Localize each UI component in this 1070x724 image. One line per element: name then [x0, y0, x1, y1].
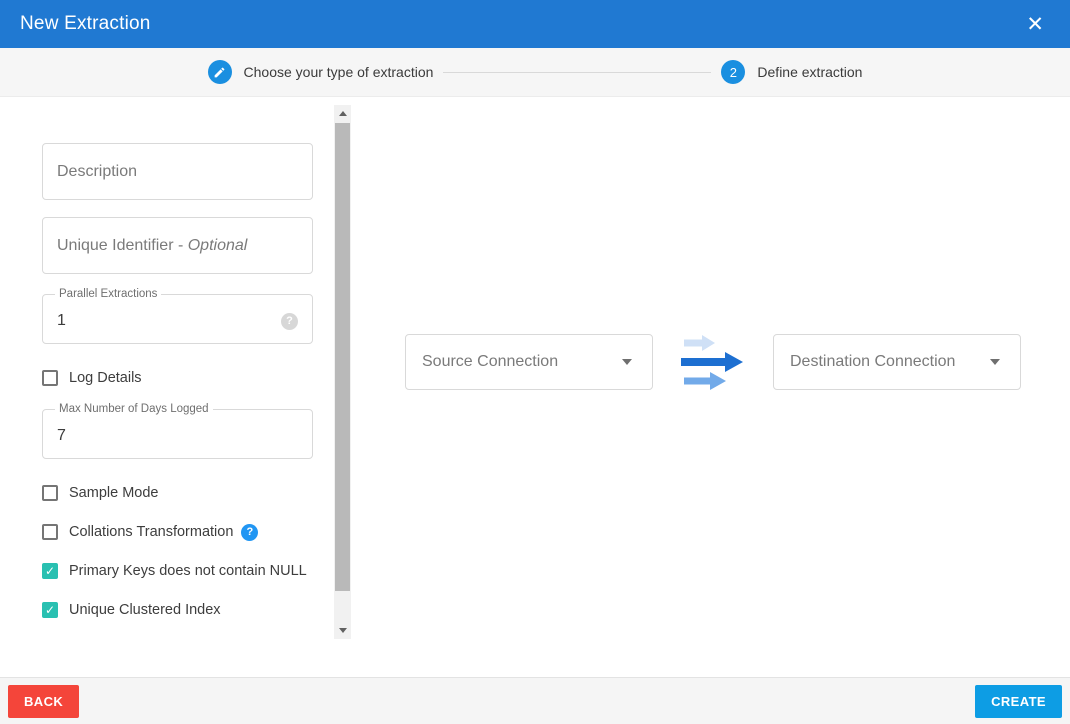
close-icon[interactable]: ✕ [1022, 12, 1048, 37]
parallel-extractions-label: Parallel Extractions [55, 288, 161, 300]
stepper-connector [443, 72, 711, 73]
source-connection-label: Source Connection [422, 353, 558, 371]
back-button[interactable]: BACK [8, 685, 79, 718]
help-icon[interactable]: ? [241, 524, 258, 541]
log-details-label: Log Details [69, 370, 142, 386]
description-input[interactable]: Description [42, 143, 313, 200]
source-connection-select[interactable]: Source Connection [405, 334, 653, 390]
max-days-logged-value[interactable]: 7 [57, 427, 66, 445]
primary-keys-checkbox[interactable]: ✓ [42, 563, 58, 579]
unique-clustered-index-label: Unique Clustered Index [69, 602, 221, 618]
chevron-down-icon [622, 359, 632, 365]
unique-identifier-placeholder: Unique Identifier - Optional [57, 237, 247, 255]
new-extraction-dialog: New Extraction ✕ Choose your type of ext… [0, 0, 1070, 724]
max-days-logged-field[interactable]: Max Number of Days Logged 7 [42, 403, 313, 459]
help-icon[interactable]: ? [281, 313, 298, 330]
transfer-arrows-icon [681, 331, 745, 393]
primary-keys-label: Primary Keys does not contain NULL [69, 563, 307, 579]
dialog-title: New Extraction [20, 13, 151, 35]
step-1[interactable]: Choose your type of extraction [208, 60, 434, 84]
scroll-up-icon[interactable] [334, 105, 351, 122]
collations-transformation-row: Collations Transformation ? [42, 520, 356, 544]
sample-mode-checkbox[interactable] [42, 485, 58, 501]
pencil-icon [208, 60, 232, 84]
max-days-logged-label: Max Number of Days Logged [55, 403, 213, 415]
sample-mode-row: Sample Mode [42, 481, 356, 505]
unique-clustered-index-checkbox[interactable]: ✓ [42, 602, 58, 618]
step-2-label: Define extraction [757, 64, 862, 80]
step-2[interactable]: 2 Define extraction [721, 60, 862, 84]
unique-clustered-index-row: ✓ Unique Clustered Index [42, 598, 356, 622]
destination-connection-select[interactable]: Destination Connection [773, 334, 1021, 390]
chevron-down-icon [990, 359, 1000, 365]
primary-keys-row: ✓ Primary Keys does not contain NULL [42, 559, 356, 583]
scrollbar-thumb[interactable] [335, 123, 350, 591]
destination-connection-label: Destination Connection [790, 353, 955, 371]
dialog-header: New Extraction ✕ [0, 0, 1070, 48]
connection-panel: Source Connection Destination Connection [356, 97, 1070, 677]
collations-transformation-checkbox[interactable] [42, 524, 58, 540]
log-details-checkbox[interactable] [42, 370, 58, 386]
scroll-down-icon[interactable] [334, 622, 351, 639]
collations-transformation-label: Collations Transformation [69, 524, 233, 540]
dialog-footer: BACK CREATE [0, 677, 1070, 724]
form-scrollbar[interactable] [334, 105, 351, 639]
parallel-extractions-value[interactable]: 1 [57, 312, 66, 330]
unique-identifier-input[interactable]: Unique Identifier - Optional [42, 217, 313, 274]
create-button[interactable]: CREATE [975, 685, 1062, 718]
log-details-row: Log Details [42, 366, 356, 390]
sample-mode-label: Sample Mode [69, 485, 158, 501]
form-panel: Description Unique Identifier - Optional… [0, 97, 356, 677]
step-2-number: 2 [721, 60, 745, 84]
stepper: Choose your type of extraction 2 Define … [0, 48, 1070, 97]
description-placeholder: Description [57, 163, 137, 181]
dialog-body: Description Unique Identifier - Optional… [0, 97, 1070, 677]
parallel-extractions-field[interactable]: Parallel Extractions 1 ? [42, 288, 313, 344]
step-1-label: Choose your type of extraction [244, 64, 434, 80]
